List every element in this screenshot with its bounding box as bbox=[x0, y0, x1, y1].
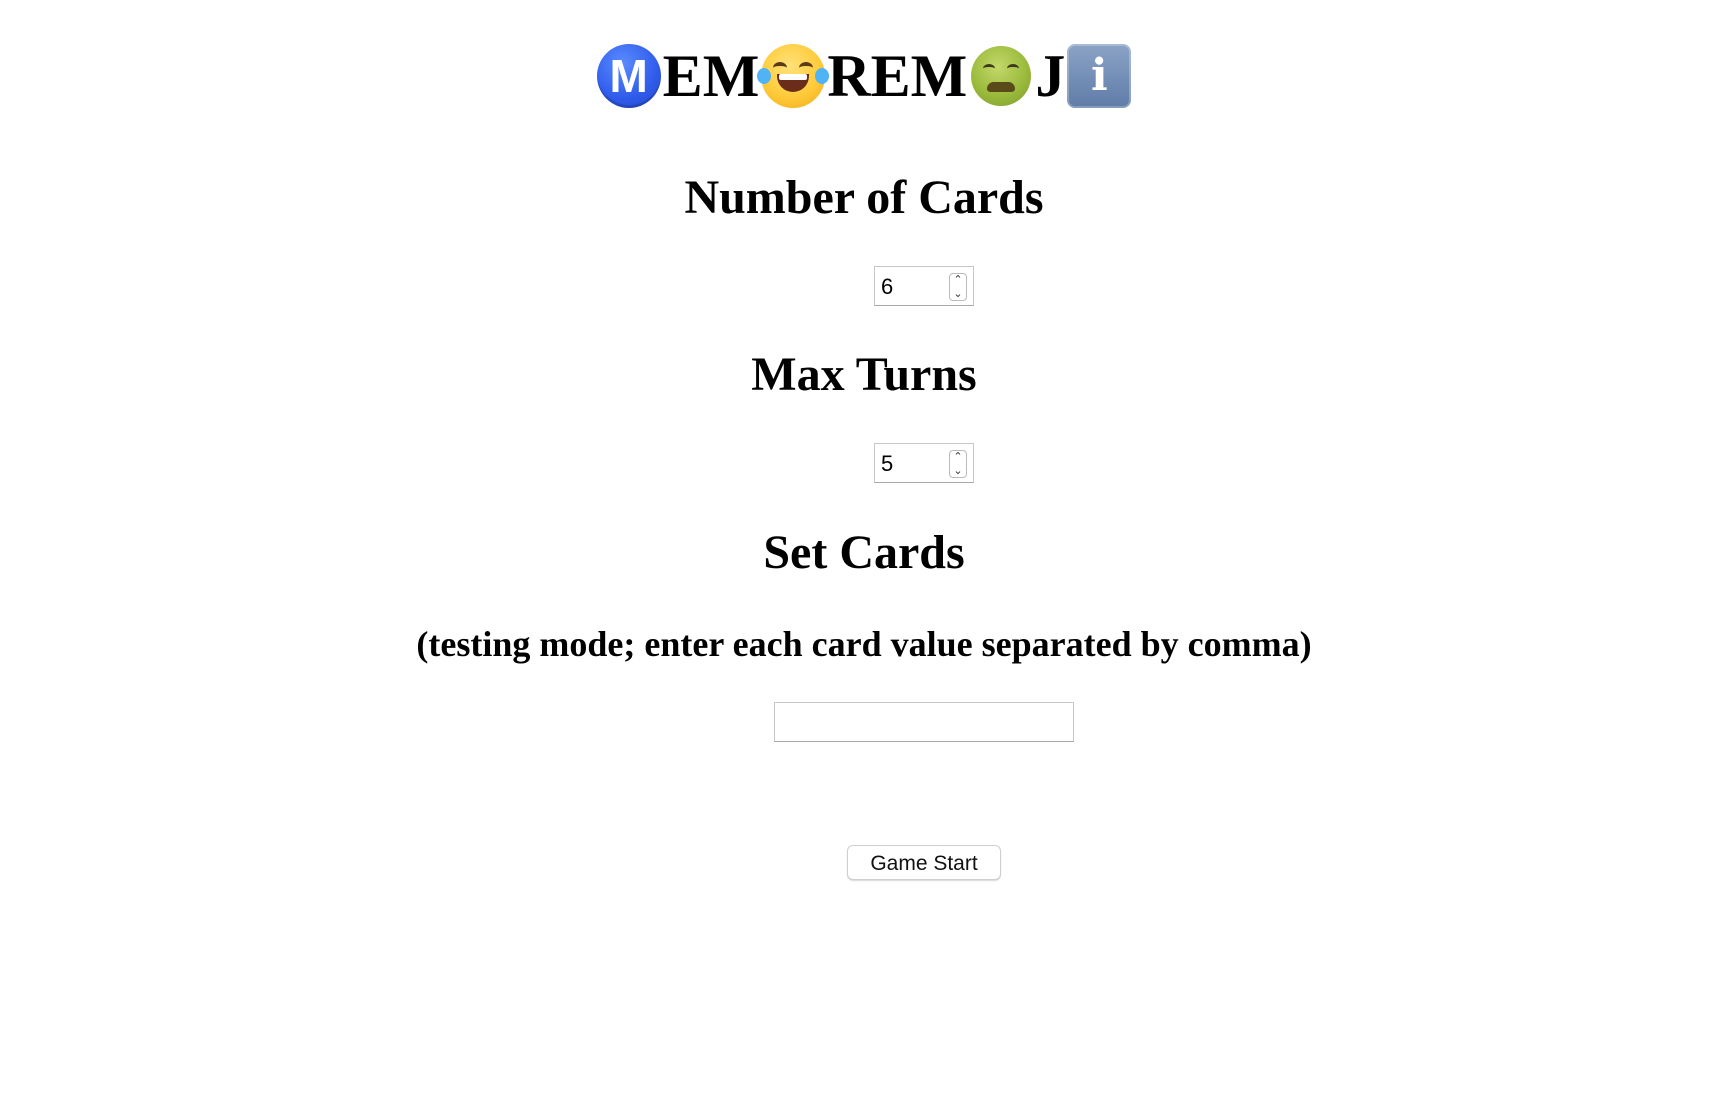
page: M EM REM J i Number of Cards 6 ⌃ ⌄ Max T… bbox=[0, 0, 1728, 1108]
game-start-button[interactable]: Game Start bbox=[847, 845, 1001, 880]
info-icon-letter: i bbox=[1090, 50, 1108, 101]
max-turns-heading: Max Turns bbox=[751, 348, 977, 401]
info-icon: i bbox=[1067, 44, 1132, 108]
set-cards-heading: Set Cards bbox=[763, 526, 965, 579]
max-turns-stepper[interactable]: ⌃ ⌄ bbox=[949, 450, 967, 478]
set-cards-instructions: (testing mode; enter each card value sep… bbox=[416, 624, 1312, 664]
nauseated-face-icon bbox=[971, 46, 1032, 106]
set-cards-input[interactable] bbox=[774, 702, 1074, 742]
title-segment-rem: REM bbox=[827, 43, 968, 109]
max-turns-value: 5 bbox=[881, 451, 894, 476]
number-of-cards-value: 6 bbox=[881, 274, 894, 299]
number-of-cards-heading: Number of Cards bbox=[684, 171, 1044, 224]
title-segment-em: EM bbox=[662, 43, 760, 109]
m-icon-letter: M bbox=[609, 50, 648, 102]
title-segment-j: J bbox=[1035, 43, 1066, 109]
number-of-cards-input[interactable]: 6 ⌃ ⌄ bbox=[874, 266, 974, 306]
number-of-cards-stepper[interactable]: ⌃ ⌄ bbox=[949, 273, 967, 301]
max-turns-input[interactable]: 5 ⌃ ⌄ bbox=[874, 443, 974, 483]
laughing-crying-face-icon bbox=[757, 44, 830, 108]
m-circle-icon: M bbox=[596, 44, 661, 108]
app-title: M EM REM J i bbox=[0, 38, 1728, 114]
